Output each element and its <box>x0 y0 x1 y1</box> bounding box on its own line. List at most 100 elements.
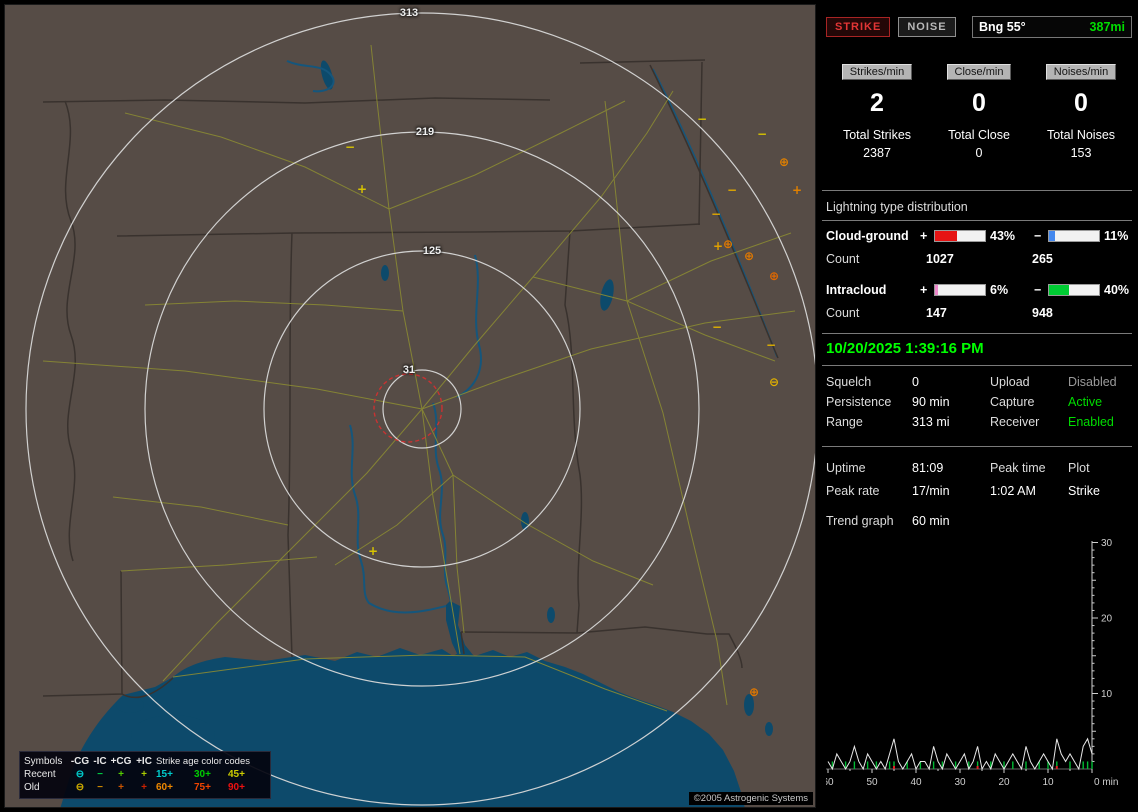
range-value: 313 mi <box>912 415 990 430</box>
trend-graph: 1020306050403020100 min <box>826 537 1132 799</box>
ic-negative-bar <box>1048 284 1100 296</box>
svg-text:⊖: ⊖ <box>769 375 779 389</box>
svg-text:⊕: ⊕ <box>744 249 754 263</box>
range-label: Range <box>826 415 912 430</box>
svg-text:10: 10 <box>1042 777 1054 788</box>
svg-text:+: + <box>792 183 802 197</box>
ic-negative-count: 948 <box>1032 306 1132 321</box>
strike-button[interactable]: STRIKE <box>826 17 890 37</box>
peak-time-label: Peak time <box>990 461 1068 476</box>
plus-sign: + <box>920 283 934 297</box>
map-panel[interactable]: +−+−−−−+⊕⊕⊕+⊕−−⊖⊕ 31321912531 Symbols -C… <box>4 4 816 808</box>
age-15-label: 15+ <box>156 768 194 781</box>
receiver-status: Enabled <box>1068 415 1132 430</box>
trend-graph-header: Trend graph 60 min <box>826 514 1132 529</box>
persistence-value: 90 min <box>912 395 990 410</box>
persistence-label: Persistence <box>826 395 912 410</box>
svg-text:60: 60 <box>826 777 834 788</box>
close-per-min-value: 0 <box>928 86 1030 120</box>
mode-toolbar: STRIKE NOISE Bng 55° 387mi <box>826 16 1132 38</box>
plot-label: Plot <box>1068 461 1132 476</box>
intracloud-row: Intracloud + 6% − 40% <box>826 282 1132 297</box>
cg-negative-count: 265 <box>1032 252 1132 267</box>
age-30-label: 30+ <box>194 768 228 781</box>
divider <box>822 220 1132 221</box>
svg-text:20: 20 <box>1101 614 1113 625</box>
copyright-notice: ©2005 Astrogenic Systems <box>689 792 813 805</box>
age-60-label: 60+ <box>156 781 194 794</box>
peak-time-value: 1:02 AM <box>990 484 1068 499</box>
minus-sign: − <box>1034 229 1048 243</box>
close-column: Close/min 0 Total Close 0 <box>928 62 1030 160</box>
squelch-value: 0 <box>912 375 990 390</box>
divider <box>822 333 1132 334</box>
settings-row-range: Range 313 mi Receiver Enabled <box>826 415 1132 430</box>
uptime-value: 81:09 <box>912 461 990 476</box>
svg-text:−: − <box>727 183 737 197</box>
total-noises-label: Total Noises <box>1030 128 1132 142</box>
svg-text:+: + <box>713 239 723 253</box>
legend-col-pos-ic: +IC <box>132 755 156 768</box>
lightning-detector-window: +−+−−−−+⊕⊕⊕+⊕−−⊖⊕ 31321912531 Symbols -C… <box>0 0 1138 812</box>
cloud-ground-row: Cloud-ground + 43% − 11% <box>826 228 1132 243</box>
strikes-per-min-chip: Strikes/min <box>842 64 912 80</box>
svg-text:+: + <box>368 544 378 558</box>
pos-cg-recent-icon: + <box>110 768 132 781</box>
ic-negative-pct: 40% <box>1104 283 1132 297</box>
sidebar: STRIKE NOISE Bng 55° 387mi Strikes/min 2… <box>820 4 1134 808</box>
svg-text:⊕: ⊕ <box>723 237 733 251</box>
svg-text:−: − <box>766 338 776 352</box>
age-90-label: 90+ <box>228 781 262 794</box>
legend-col-neg-cg: -CG <box>70 755 90 768</box>
cg-positive-pct: 43% <box>990 229 1034 243</box>
neg-cg-old-icon: ⊖ <box>70 781 90 794</box>
settings-row-persistence: Persistence 90 min Capture Active <box>826 395 1132 410</box>
cg-negative-bar <box>1048 230 1100 242</box>
peak-rate-label: Peak rate <box>826 484 912 499</box>
noise-button[interactable]: NOISE <box>898 17 955 37</box>
ic-positive-count: 147 <box>926 306 1032 321</box>
total-noises-value: 153 <box>1030 146 1132 160</box>
divider <box>822 446 1132 447</box>
svg-text:⊕: ⊕ <box>769 269 779 283</box>
capture-label: Capture <box>990 395 1068 410</box>
svg-text:30: 30 <box>954 777 966 788</box>
svg-text:10: 10 <box>1101 689 1113 700</box>
legend-recent-label: Recent <box>24 768 70 781</box>
bearing-display: Bng 55° 387mi <box>972 16 1132 38</box>
runtime-row-2: Peak rate 17/min 1:02 AM Strike <box>826 484 1132 499</box>
upload-label: Upload <box>990 375 1068 390</box>
cg-positive-bar <box>934 230 986 242</box>
count-label: Count <box>826 306 926 321</box>
pos-ic-recent-icon: + <box>132 768 156 781</box>
strikes-per-min-value: 2 <box>826 86 928 120</box>
svg-text:−: − <box>757 127 767 141</box>
distribution-title: Lightning type distribution <box>826 200 1132 214</box>
svg-text:⊕: ⊕ <box>779 155 789 169</box>
map-geography: +−+−−−−+⊕⊕⊕+⊕−−⊖⊕ <box>5 5 816 808</box>
cloud-ground-label: Cloud-ground <box>826 229 920 243</box>
peak-rate-value: 17/min <box>912 484 990 499</box>
total-strikes-value: 2387 <box>826 146 928 160</box>
svg-text:−: − <box>697 112 707 126</box>
settings-row-squelch: Squelch 0 Upload Disabled <box>826 375 1132 390</box>
strikes-column: Strikes/min 2 Total Strikes 2387 <box>826 62 928 160</box>
legend-col-pos-cg: +CG <box>110 755 132 768</box>
capture-status: Active <box>1068 395 1132 410</box>
count-label: Count <box>826 252 926 267</box>
pos-ic-old-icon: + <box>132 781 156 794</box>
total-strikes-label: Total Strikes <box>826 128 928 142</box>
svg-text:0 min: 0 min <box>1094 777 1118 788</box>
plus-sign: + <box>920 229 934 243</box>
distance-value: 387mi <box>1090 20 1125 34</box>
runtime-row-1: Uptime 81:09 Peak time Plot <box>826 461 1132 476</box>
ic-positive-bar <box>934 284 986 296</box>
intracloud-count-row: Count 147 948 <box>826 306 1132 321</box>
svg-text:30: 30 <box>1101 538 1113 549</box>
squelch-label: Squelch <box>826 375 912 390</box>
neg-cg-recent-icon: ⊖ <box>70 768 90 781</box>
datetime-display: 10/20/2025 1:39:16 PM <box>826 340 1132 357</box>
noises-per-min-chip: Noises/min <box>1046 64 1116 80</box>
legend-symbols-title: Symbols <box>24 755 70 768</box>
svg-text:40: 40 <box>910 777 922 788</box>
